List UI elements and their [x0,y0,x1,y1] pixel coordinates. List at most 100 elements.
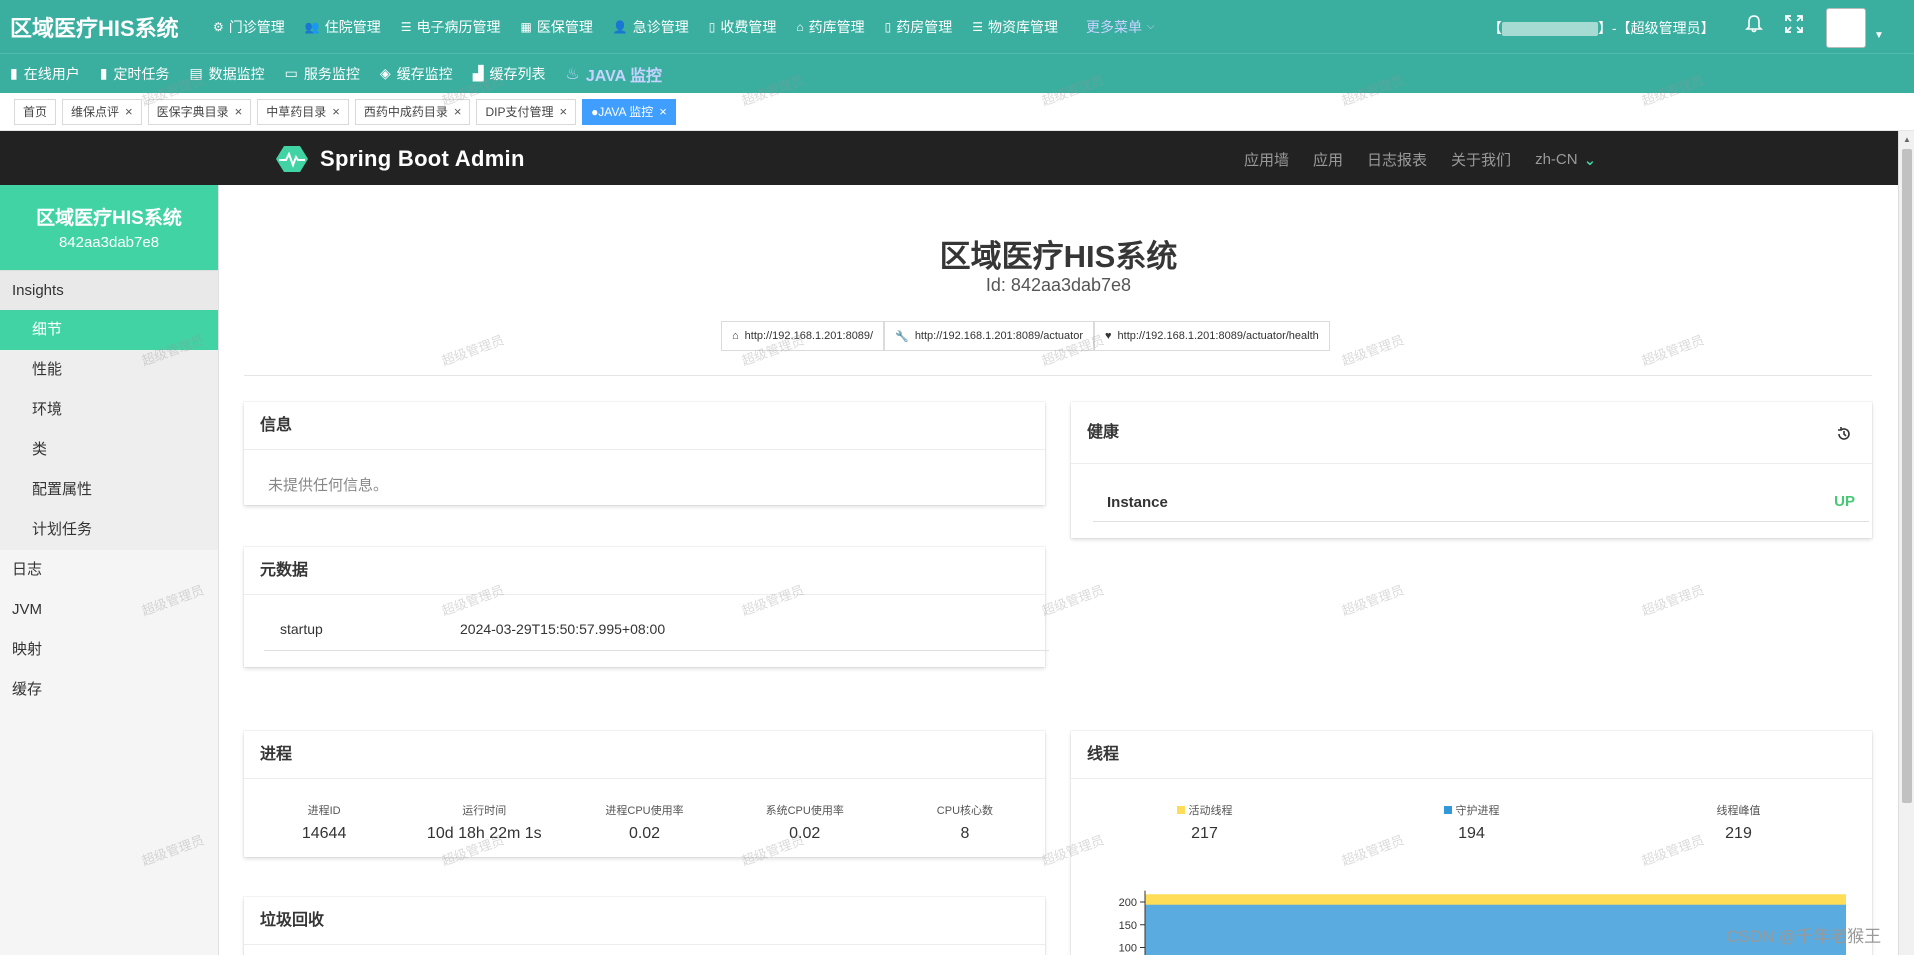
tab-label: 西药中成药目录 [363,105,448,119]
server-monitor-icon: ▭ [284,65,298,81]
nav-label: 门诊管理 [228,18,285,35]
tab-label: 中草药目录 [266,105,327,119]
sidebar-group-insights[interactable]: Insights [0,270,218,310]
bell-icon[interactable] [1744,14,1764,40]
sidebar-item-environment[interactable]: 环境 [0,390,218,430]
stat-pid: 进程ID 14644 [244,801,404,843]
sidebar-header: 区域医疗HIS系统 842aa3dab7e8 [0,185,218,270]
card-title: 信息 [244,402,1045,450]
nav-insurance[interactable]: ▦ 医保管理 [510,17,602,37]
sidebar-item-beans[interactable]: 类 [0,430,218,470]
heart-icon: ♥ [1105,330,1112,342]
clinic-icon: ⚙ [213,19,224,34]
close-icon[interactable]: × [235,104,243,119]
close-icon[interactable]: × [559,104,567,119]
nav-label: 医保管理 [536,18,593,35]
stat-value: 217 [1191,825,1218,842]
user-info[interactable]: 【 】-【超级管理员】 [1488,18,1715,38]
cache-list-icon: ▟ [472,65,484,81]
sba-title[interactable]: Spring Boot Admin [320,146,525,172]
sidebar-item-mappings[interactable]: 映射 [0,630,218,670]
nav-clinic[interactable]: ⚙ 门诊管理 [203,17,295,37]
management-url-button[interactable]: 🔧 http://192.168.1.201:8089/actuator [884,321,1095,351]
more-menu[interactable]: 更多菜单 ⌵ [1068,17,1165,37]
link-url: http://192.168.1.201:8089/actuator [914,330,1084,342]
language-select[interactable]: zh-CN ⌄ [1535,149,1596,170]
menu-journal[interactable]: 日志报表 [1367,149,1427,170]
instance-sidebar: 区域医疗HIS系统 842aa3dab7e8 Insights 细节 性能 环境… [0,185,219,955]
nav-inpatient[interactable]: 👥 住院管理 [295,17,391,37]
close-icon[interactable]: × [454,104,462,119]
stat-label: 运行时间 [462,805,507,817]
stat-daemon-threads: 守护进程 194 [1338,801,1605,843]
menu-applications-wall[interactable]: 应用墙 [1244,149,1289,170]
y-tick-label: 200 [1119,897,1137,909]
stat-uptime: 运行时间 10d 18h 22m 1s [404,801,564,843]
sidebar-item-metrics[interactable]: 性能 [0,350,218,390]
sub-cache-monitor[interactable]: ◈ 缓存监控 [380,64,473,84]
nav-emergency[interactable]: 👤 急诊管理 [603,17,699,37]
tab-label: 首页 [23,105,48,119]
sidebar-item-config-props[interactable]: 配置属性 [0,470,218,510]
metadata-row: startup 2024-03-29T15:50:57.995+08:00 [264,617,1049,651]
page-title: 区域医疗HIS系统 [939,239,1178,274]
data-monitor-icon: ▤ [189,65,203,81]
sub-scheduled-tasks[interactable]: ▮ 定时任务 [100,64,190,84]
sidebar-item-logging[interactable]: 日志 [0,550,218,590]
sidebar-item-details[interactable]: 细节 [0,310,218,350]
card-title: 进程 [244,731,1045,779]
nav-billing[interactable]: ▯ 收费管理 [699,17,787,37]
sub-data-monitor[interactable]: ▤ 数据监控 [189,64,284,84]
inpatient-icon: 👥 [304,19,320,34]
link-url: http://192.168.1.201:8089/actuator/healt… [1117,330,1319,342]
health-status: UP [1834,493,1855,510]
nav-drug-store[interactable]: ⌂ 药库管理 [786,17,874,37]
tab-home[interactable]: 首页 [14,98,57,125]
caret-down-icon[interactable]: ▼ [1874,30,1884,41]
main-content: 区域医疗HIS系统 Id: 842aa3dab7e8 ⌂ http://192.1… [219,185,1898,955]
sub-online-users[interactable]: ▮ 在线用户 [10,64,100,84]
app-brand: 区域医疗HIS系统 [10,15,179,41]
vertical-scrollbar[interactable]: ▲ [1898,131,1914,955]
sidebar-item-caches[interactable]: 缓存 [0,670,218,710]
close-icon[interactable]: × [659,104,667,119]
nav-emr[interactable]: ☰ 电子病历管理 [391,17,511,37]
sub-java-monitor[interactable]: ♨ JAVA 监控 [565,62,682,86]
scroll-up-icon[interactable]: ▲ [1903,135,1911,144]
scrollbar-thumb[interactable] [1902,149,1912,803]
tab-label: 医保字典目录 [156,105,229,119]
health-url-button[interactable]: ♥ http://192.168.1.201:8089/actuator/heal… [1094,321,1330,351]
avatar[interactable] [1826,8,1866,48]
nav-label: 住院管理 [324,18,381,35]
nav-materials[interactable]: ☰ 物资库管理 [962,17,1068,37]
stat-value: 194 [1458,825,1485,842]
tab-western-medicine-catalog[interactable]: 西药中成药目录 × [354,98,471,125]
fullscreen-icon[interactable] [1784,14,1804,40]
stat-live-threads: 活动线程 217 [1071,801,1338,843]
close-icon[interactable]: × [332,104,340,119]
materials-icon: ☰ [972,19,984,34]
service-url-button[interactable]: ⌂ http://192.168.1.201:8089/ [721,321,885,351]
tab-insurance-dictionary[interactable]: 医保字典目录 × [147,98,252,125]
sidebar-item-scheduled-tasks[interactable]: 计划任务 [0,510,218,550]
nav-pharmacy[interactable]: ▯ 药房管理 [875,17,963,37]
tab-maintenance-review[interactable]: 维保点评 × [62,98,142,125]
stat-value: 8 [960,825,970,842]
close-icon[interactable]: × [125,104,133,119]
sub-server-monitor[interactable]: ▭ 服务监控 [285,64,380,84]
history-icon[interactable] [1836,402,1852,464]
menu-applications[interactable]: 应用 [1313,149,1343,170]
menu-about[interactable]: 关于我们 [1451,149,1511,170]
thread-stats: 活动线程 217 守护进程 194 线程峰值 219 [1071,801,1872,843]
stat-value: 219 [1725,825,1752,842]
sidebar-item-jvm[interactable]: JVM [0,590,218,630]
tab-label: 维保点评 [71,105,120,119]
scheduled-task-icon: ▮ [99,65,108,81]
sub-label: 在线用户 [23,65,80,82]
tab-dip-payment[interactable]: DIP支付管理 × [476,98,577,125]
tab-herbal-catalog[interactable]: 中草药目录 × [257,98,349,125]
sub-cache-list[interactable]: ▟ 缓存列表 [473,64,566,84]
stat-value: 10d 18h 22m 1s [426,825,542,842]
tab-java-monitor[interactable]: ●JAVA 监控 × [582,98,676,125]
nav-label: 急诊管理 [632,18,689,35]
